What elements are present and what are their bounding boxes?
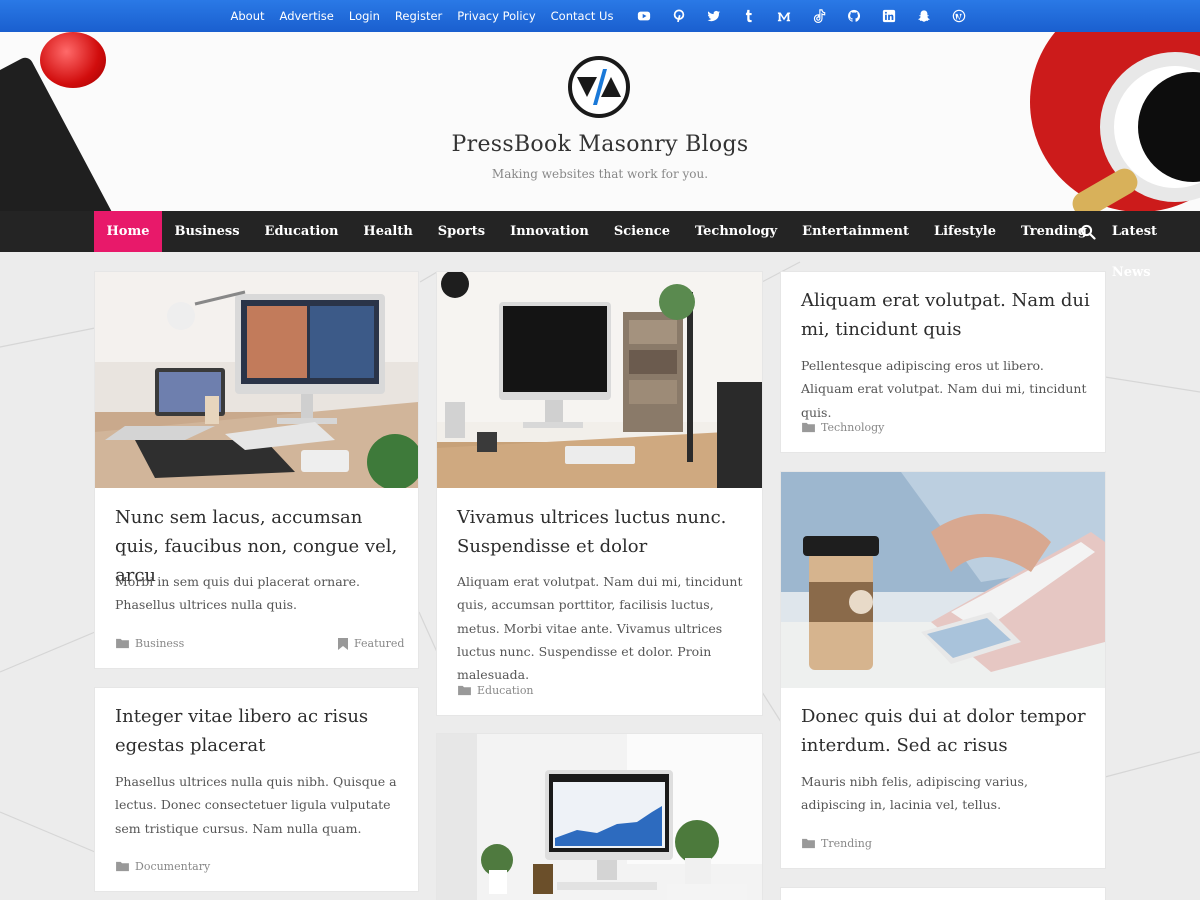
header-decor-ball — [40, 32, 106, 88]
search-icon[interactable] — [1080, 224, 1096, 240]
post-card: Aliquam erat volutpat. Nam dui mi, tinci… — [781, 272, 1105, 452]
wordpress-icon[interactable] — [942, 0, 977, 32]
github-icon[interactable] — [837, 0, 872, 32]
youtube-icon[interactable] — [627, 0, 662, 32]
main-nav: Home Business Education Health Sports In… — [0, 211, 1200, 280]
nav-item-science[interactable]: Science — [601, 211, 682, 252]
post-card — [437, 734, 762, 900]
nav-item-innovation[interactable]: Innovation — [498, 211, 602, 252]
post-title[interactable]: Vivamus ultrices luctus nunc. Suspendiss… — [457, 503, 747, 561]
post-title[interactable]: Integer vitae libero ac risus egestas pl… — [115, 702, 405, 760]
top-link-login[interactable]: Login — [341, 0, 387, 32]
nav-item-sports[interactable]: Sports — [425, 211, 497, 252]
top-bar: About Advertise Login Register Privacy P… — [0, 0, 1200, 32]
category-label: Technology — [821, 421, 885, 434]
folder-icon — [458, 685, 471, 696]
post-thumbnail[interactable] — [781, 472, 1105, 688]
nav-item-lifestyle[interactable]: Lifestyle — [921, 211, 1008, 252]
post-card: Nunc sem lacus, accumsan quis, faucibus … — [95, 272, 418, 668]
post-title[interactable]: Donec quis dui at dolor tempor interdum.… — [801, 702, 1091, 760]
nav-item-business[interactable]: Business — [162, 211, 252, 252]
post-excerpt: Mauris nibh felis, adipiscing varius, ad… — [801, 774, 1028, 813]
top-link-contact[interactable]: Contact Us — [543, 0, 621, 32]
post-category[interactable]: Technology — [802, 421, 884, 434]
folder-icon — [116, 638, 129, 649]
post-category[interactable]: Trending — [802, 837, 872, 850]
post-card: Integer vitae libero ac risus egestas pl… — [95, 688, 418, 891]
post-thumbnail[interactable] — [95, 272, 418, 488]
folder-icon — [802, 838, 815, 849]
nav-item-home[interactable]: Home — [94, 211, 162, 252]
linkedin-icon[interactable] — [872, 0, 907, 32]
bookmark-icon — [338, 637, 348, 650]
category-label: Business — [135, 637, 185, 650]
badge-label: Featured — [354, 637, 405, 650]
folder-icon — [116, 861, 129, 872]
site-tagline: Making websites that work for you. — [491, 167, 709, 181]
post-title[interactable]: Aliquam erat volutpat. Nam dui mi, tinci… — [801, 286, 1091, 344]
post-excerpt: Morbi in sem quis dui placerat ornare. P… — [115, 574, 361, 613]
post-category[interactable]: Education — [458, 684, 534, 697]
site-header: PressBook Masonry Blogs Making websites … — [0, 32, 1200, 211]
nav-item-health[interactable]: Health — [351, 211, 425, 252]
top-links: About Advertise Login Register Privacy P… — [223, 0, 621, 32]
post-thumbnail[interactable] — [437, 272, 762, 488]
category-label: Education — [477, 684, 534, 697]
tiktok-icon[interactable] — [802, 0, 837, 32]
snapchat-icon[interactable] — [907, 0, 942, 32]
post-excerpt: Aliquam erat volutpat. Nam dui mi, tinci… — [457, 574, 743, 683]
post-excerpt: Pellentesque adipiscing eros ut libero. … — [801, 358, 1087, 420]
post-thumbnail[interactable] — [437, 734, 762, 900]
post-card: Donec quis dui at dolor tempor interdum.… — [781, 472, 1105, 868]
medium-icon[interactable] — [767, 0, 802, 32]
category-label: Documentary — [135, 860, 211, 873]
post-badge: Featured — [338, 637, 404, 650]
top-link-about[interactable]: About — [223, 0, 272, 32]
post-category[interactable]: Documentary — [116, 860, 210, 873]
nav-item-education[interactable]: Education — [252, 211, 351, 252]
post-category[interactable]: Business — [116, 637, 184, 650]
tumblr-icon[interactable] — [732, 0, 767, 32]
top-link-advertise[interactable]: Advertise — [272, 0, 341, 32]
twitter-icon[interactable] — [697, 0, 732, 32]
folder-icon — [802, 422, 815, 433]
post-card: Vivamus ultrices luctus nunc. Suspendiss… — [437, 272, 762, 715]
social-links — [627, 0, 977, 32]
post-excerpt: Phasellus ultrices nulla quis nibh. Quis… — [115, 774, 397, 836]
nav-item-technology[interactable]: Technology — [682, 211, 789, 252]
site-logo-icon[interactable] — [567, 55, 631, 119]
nav-item-latest-news[interactable]: Latest News — [1099, 211, 1200, 280]
post-card — [781, 888, 1105, 900]
top-link-privacy[interactable]: Privacy Policy — [450, 0, 543, 32]
site-title[interactable]: PressBook Masonry Blogs — [0, 132, 1200, 157]
top-link-register[interactable]: Register — [387, 0, 449, 32]
pinterest-icon[interactable] — [662, 0, 697, 32]
nav-item-entertainment[interactable]: Entertainment — [790, 211, 922, 252]
category-label: Trending — [821, 837, 872, 850]
